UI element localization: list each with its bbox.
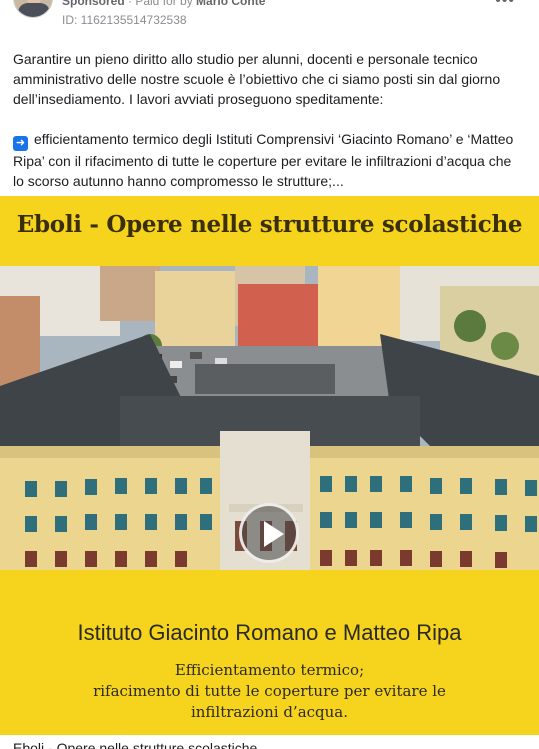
play-button[interactable] [239,503,299,563]
video-title-caption[interactable]: Eboli - Opere nelle strutture scolastich… [13,740,257,749]
ad-id: ID: 1162135514732538 [62,13,187,27]
post-paragraph-text: efficientamento termico degli Istituti C… [13,131,514,189]
sponsored-text: Sponsored [62,0,125,8]
caption-title: Istituto Giacinto Romano e Matteo Ripa [77,620,462,645]
caption-line-3: infiltrazioni d’acqua. [190,703,349,721]
advertiser-avatar[interactable] [13,0,53,18]
right-arrow-icon: ➜ [13,136,28,151]
sponsored-label: Sponsored · Paid for by Mario Conte [62,0,265,8]
media-title: Eboli - Opere nelle strutture scolastich… [16,210,523,238]
caption-line-1: Efficientamento termico; [174,661,365,679]
video-media[interactable]: Eboli - Opere nelle strutture scolastich… [0,196,539,735]
media-caption-band: Istituto Giacinto Romano e Matteo Ripa E… [0,590,539,735]
more-options-icon[interactable]: ••• [495,0,515,10]
advertiser-name[interactable]: Mario Conte [196,0,265,8]
ad-header: Sponsored · Paid for by Mario Conte ID: … [0,0,539,40]
caption-line-2: rifacimento di tutte le coperture per ev… [93,682,446,700]
caption-subtitle: Efficientamento termico; rifacimento di … [0,660,539,723]
paid-for-by-text: · Paid for by [124,0,197,8]
media-title-band: Eboli - Opere nelle strutture scolastich… [0,196,539,252]
post-body: Garantire un pieno diritto allo studio p… [13,49,523,211]
avatar-body [18,3,50,17]
post-paragraph: Garantire un pieno diritto allo studio p… [13,51,501,107]
play-icon [264,521,284,547]
school-aerial-photo[interactable] [0,266,539,570]
post-paragraph-2: ➜ efficientamento termico degli Istituti … [13,129,523,191]
